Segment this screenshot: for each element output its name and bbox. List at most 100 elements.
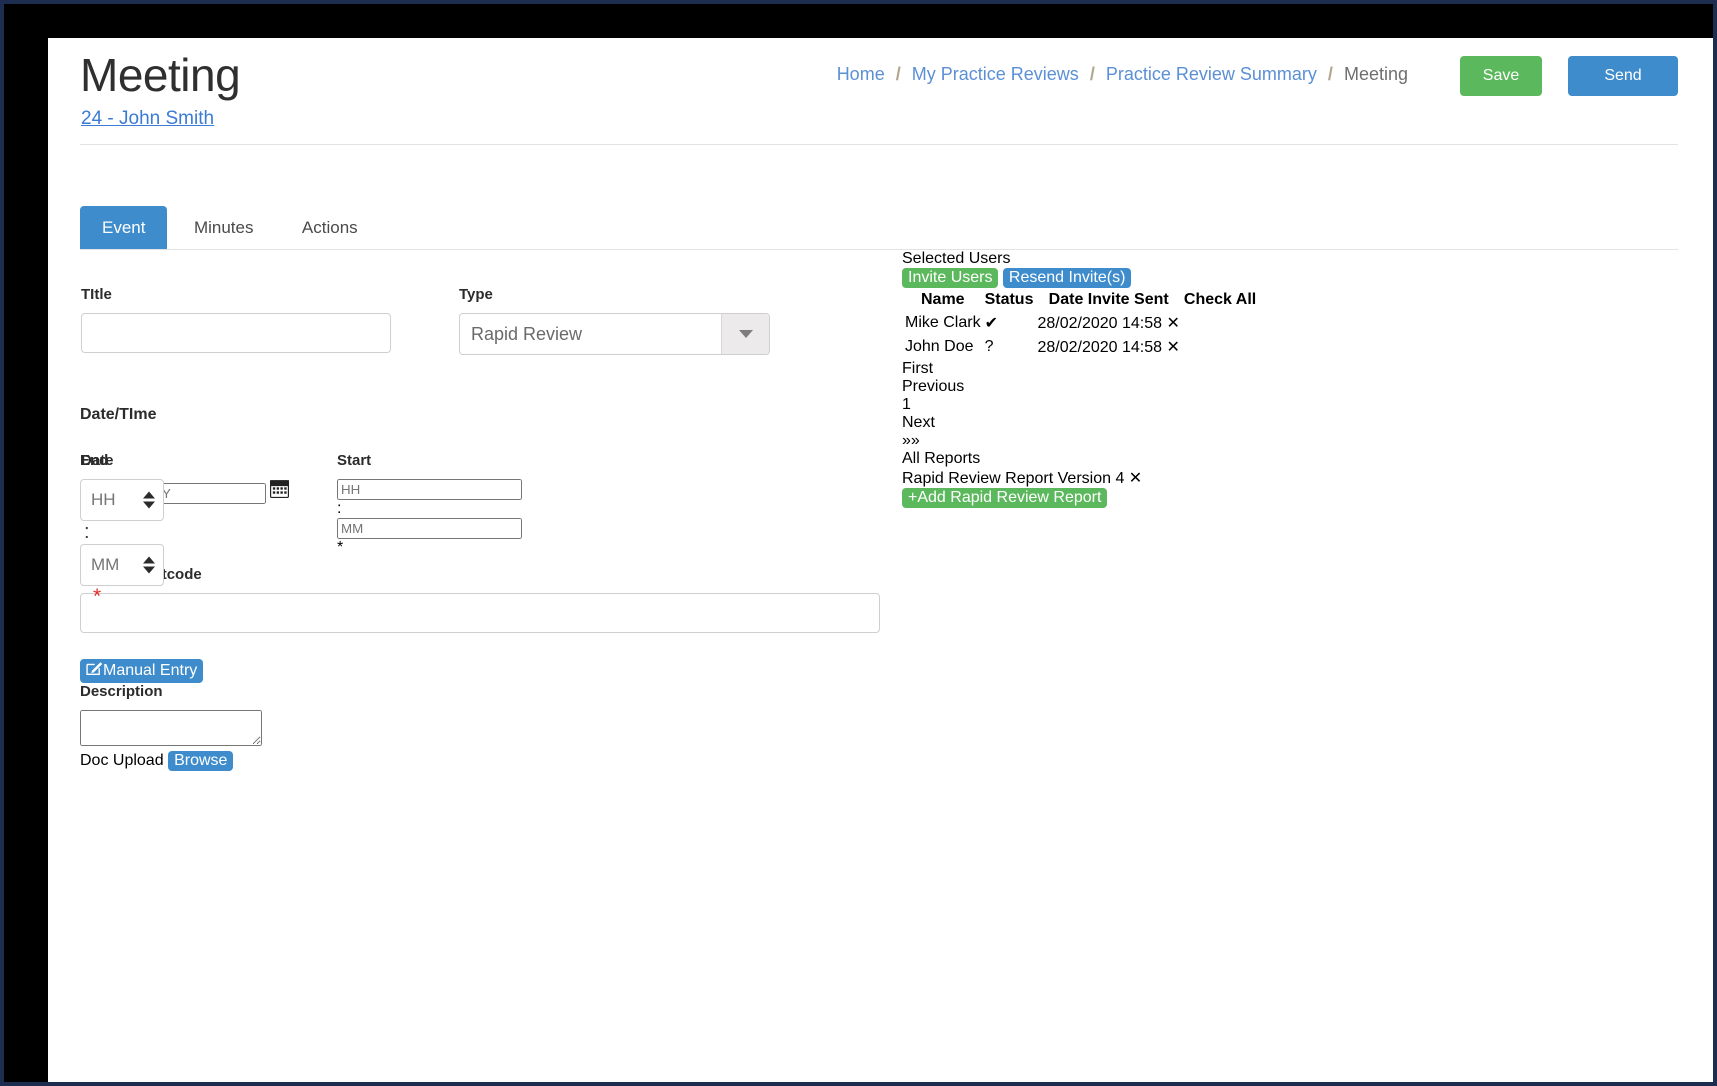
time-separator: : — [337, 500, 341, 517]
end-hour-stepper[interactable] — [80, 479, 164, 521]
start-minute-input[interactable] — [337, 518, 522, 539]
user-status-cell: ✔ — [984, 312, 1035, 334]
type-label: Type — [459, 286, 770, 303]
selected-users-panel: Selected Users Invite Users Resend Invit… — [902, 250, 1696, 508]
breadcrumb-separator: / — [896, 64, 901, 84]
user-check-cell — [1183, 312, 1257, 334]
user-name: John Doe — [904, 336, 982, 358]
date-invite-sent: 28/02/2020 14:58 — [1037, 339, 1162, 356]
tab-minutes[interactable]: Minutes — [172, 206, 276, 250]
user-status-cell: ? — [984, 336, 1035, 358]
browser-window-frame: Meeting 24 - John Smith Home / My Practi… — [4, 4, 1713, 1082]
breadcrumb-item-current: Meeting — [1344, 64, 1408, 84]
page-title: Meeting — [80, 48, 240, 102]
pagination-last[interactable]: »» — [902, 432, 1696, 450]
table-row: John Doe ? 28/02/2020 14:58 ✕ — [904, 336, 1257, 358]
end-minute-input[interactable] — [81, 554, 135, 576]
stepper-arrows-icon[interactable] — [143, 557, 155, 574]
event-form: TItle Type Rapid Review — [80, 250, 880, 771]
selected-users-header: Selected Users Invite Users Resend Invit… — [902, 250, 1696, 288]
add-rapid-review-report-button[interactable]: + Add Rapid Review Report — [902, 488, 1107, 508]
remove-user-icon[interactable]: ✕ — [1166, 315, 1179, 332]
pagination-next[interactable]: Next — [902, 414, 1696, 432]
stepper-arrows-icon[interactable] — [143, 492, 155, 509]
pagination: First Previous 1 Next »» — [902, 360, 1696, 450]
end-minute-stepper[interactable] — [80, 544, 164, 586]
column-header-name: Name — [904, 290, 982, 310]
report-name: Rapid Review Report Version 4 — [902, 470, 1124, 487]
header-divider — [80, 144, 1678, 145]
chevron-down-icon[interactable] — [721, 314, 769, 354]
page-surface: Meeting 24 - John Smith Home / My Practi… — [48, 38, 1713, 1082]
browse-button[interactable]: Browse — [168, 751, 233, 771]
tab-bar: Event Minutes Actions — [64, 206, 1695, 250]
search-postcode-row: Manual Entry — [80, 593, 880, 683]
end-field-group: End : — [80, 452, 164, 608]
manual-entry-button[interactable]: Manual Entry — [80, 659, 203, 683]
title-type-row: TItle Type Rapid Review — [80, 286, 880, 388]
add-report-label: Add Rapid Review Report — [917, 489, 1101, 507]
plus-icon: + — [908, 489, 917, 507]
title-label: TItle — [81, 286, 391, 303]
subject-link[interactable]: 24 - John Smith — [81, 108, 214, 130]
breadcrumb-separator: / — [1328, 64, 1333, 84]
resend-invites-button[interactable]: Resend Invite(s) — [1003, 268, 1132, 288]
end-label: End — [80, 452, 164, 469]
start-hour-input[interactable] — [337, 479, 522, 500]
tab-event[interactable]: Event — [80, 206, 167, 250]
start-label: Start — [337, 452, 522, 469]
doc-upload-label: Doc Upload — [80, 752, 164, 769]
title-input[interactable] — [81, 313, 391, 353]
start-minute-stepper[interactable] — [337, 518, 522, 539]
remove-report-icon[interactable]: ✕ — [1129, 470, 1142, 487]
user-name: Mike Clark — [904, 312, 982, 334]
selected-users-table: Name Status Date Invite Sent Check All M… — [902, 288, 1259, 360]
breadcrumb-item-my-practice-reviews[interactable]: My Practice Reviews — [912, 64, 1079, 84]
table-header-row: Name Status Date Invite Sent Check All — [904, 290, 1257, 310]
pagination-previous[interactable]: Previous — [902, 378, 1696, 396]
status-pending-icon: ? — [985, 338, 994, 355]
manual-entry-label: Manual Entry — [103, 662, 197, 680]
datetime-section-label: Date/TIme — [80, 406, 880, 424]
invite-users-button[interactable]: Invite Users — [902, 268, 998, 288]
calendar-icon[interactable] — [270, 485, 289, 502]
column-header-date-invite-sent: Date Invite Sent — [1036, 290, 1180, 310]
search-icon[interactable] — [80, 633, 880, 659]
remove-user-icon[interactable]: ✕ — [1166, 339, 1179, 356]
title-field-group: TItle — [81, 286, 391, 353]
start-hour-stepper[interactable] — [337, 479, 522, 500]
user-date-cell: 28/02/2020 14:58 ✕ — [1036, 312, 1180, 334]
breadcrumb: Home / My Practice Reviews / Practice Re… — [837, 64, 1408, 85]
breadcrumb-separator: / — [1090, 64, 1095, 84]
description-label: Description — [80, 683, 880, 700]
table-row: Mike Clark ✔ 28/02/2020 14:58 ✕ — [904, 312, 1257, 334]
tab-actions[interactable]: Actions — [280, 206, 380, 250]
doc-upload-row: Doc Upload Browse — [80, 751, 880, 771]
page-header: Meeting 24 - John Smith Home / My Practi… — [64, 38, 1695, 150]
end-hour-input[interactable] — [81, 489, 135, 511]
send-button[interactable]: Send — [1568, 56, 1678, 96]
type-field-group: Type Rapid Review — [459, 286, 770, 355]
type-select[interactable]: Rapid Review — [459, 313, 770, 355]
breadcrumb-item-practice-review-summary[interactable]: Practice Review Summary — [1106, 64, 1317, 84]
pagination-first[interactable]: First — [902, 360, 1696, 378]
search-postcode-input[interactable] — [80, 593, 880, 633]
time-separator: : — [84, 521, 90, 543]
start-field-group: Start : — [337, 452, 522, 557]
datetime-row: Date — [80, 452, 880, 548]
save-button[interactable]: Save — [1460, 56, 1542, 96]
column-header-check-all[interactable]: Check All — [1183, 290, 1257, 310]
breadcrumb-item-home[interactable]: Home — [837, 64, 885, 84]
date-invite-sent: 28/02/2020 14:58 — [1037, 315, 1162, 332]
user-check-cell — [1183, 336, 1257, 358]
pagination-page-1[interactable]: 1 — [902, 396, 1696, 414]
selected-users-title: Selected Users — [902, 250, 1696, 268]
column-header-status: Status — [984, 290, 1035, 310]
status-accepted-icon: ✔ — [985, 315, 998, 332]
required-indicator: * — [93, 585, 101, 608]
search-postcode-label: Search Postcode — [80, 566, 880, 583]
report-chip: Rapid Review Report Version 4 ✕ — [902, 468, 1696, 488]
description-textarea[interactable] — [80, 710, 262, 746]
type-select-value: Rapid Review — [460, 324, 721, 345]
required-indicator: * — [337, 539, 343, 556]
